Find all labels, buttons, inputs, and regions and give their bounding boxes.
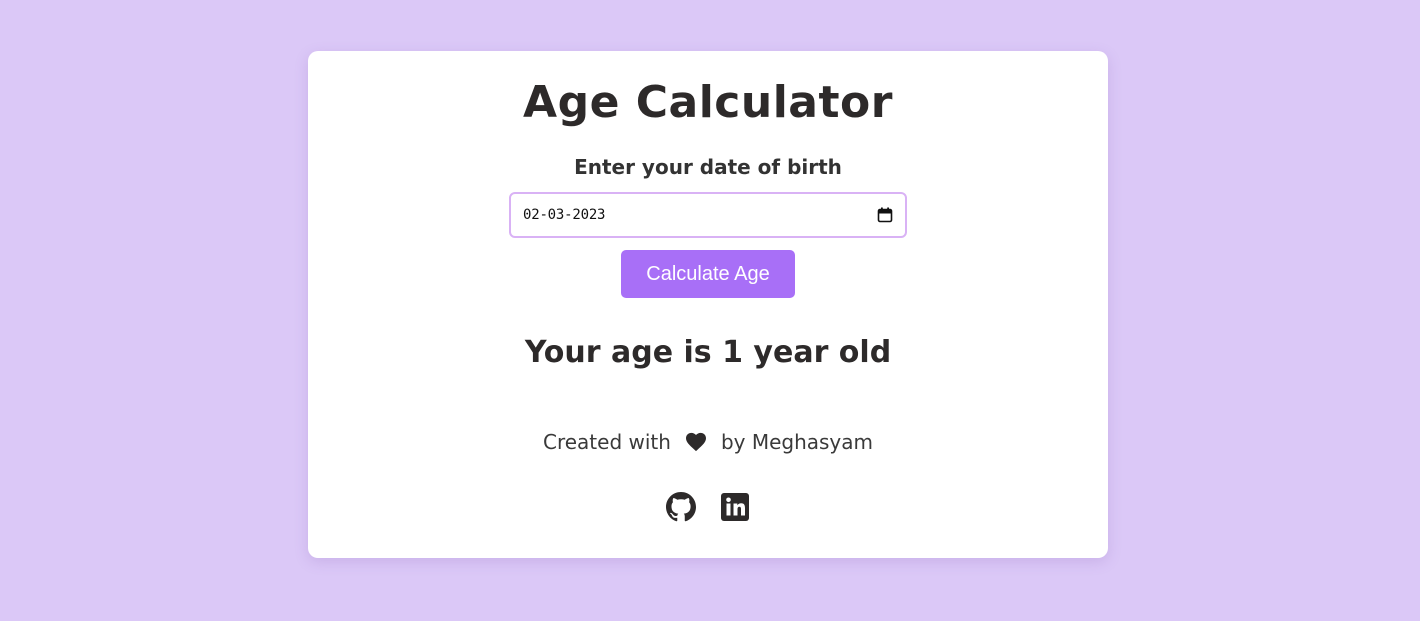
calculate-age-button[interactable]: Calculate Age bbox=[621, 250, 795, 298]
github-icon[interactable] bbox=[666, 492, 696, 522]
age-result: Your age is 1 year old bbox=[524, 335, 892, 370]
age-calculator-card: Age Calculator Enter your date of birth … bbox=[308, 51, 1108, 558]
date-value[interactable]: 02-03-2023 bbox=[523, 207, 877, 223]
heart-icon bbox=[685, 432, 707, 452]
date-of-birth-input[interactable]: 02-03-2023 bbox=[509, 192, 907, 238]
page-title: Age Calculator bbox=[523, 77, 893, 128]
dob-label: Enter your date of birth bbox=[574, 155, 842, 179]
social-links bbox=[308, 492, 1108, 522]
linkedin-icon[interactable] bbox=[720, 492, 750, 522]
credit-line: Created with by Meghasyam bbox=[308, 430, 1108, 454]
credit-prefix: Created with bbox=[542, 430, 671, 454]
credit-suffix: by Meghasyam bbox=[720, 430, 874, 454]
calendar-icon[interactable] bbox=[877, 207, 893, 223]
